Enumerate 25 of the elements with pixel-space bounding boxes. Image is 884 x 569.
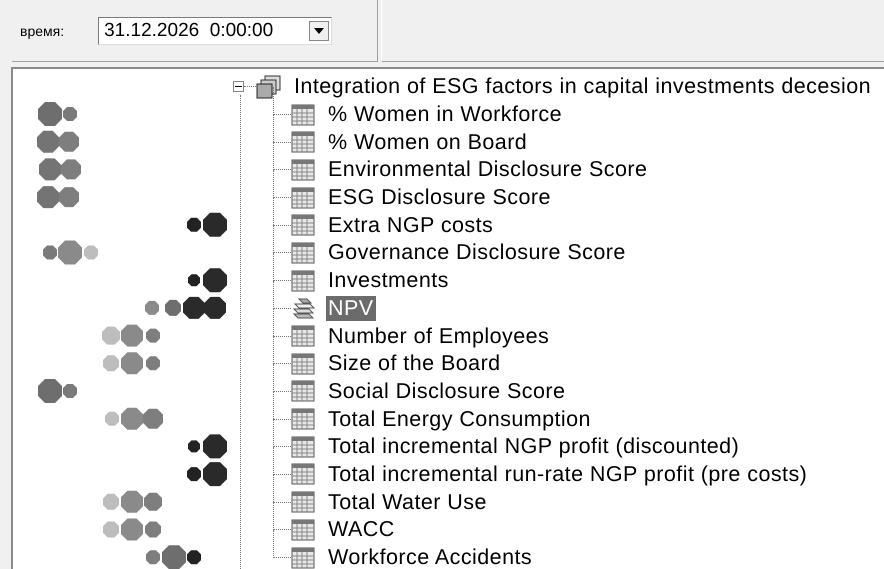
tree-item[interactable]: Total Water Use bbox=[326, 490, 489, 515]
datetime-field[interactable]: 31.12.2026 0:00:00 bbox=[98, 16, 332, 44]
tree-item[interactable]: Social Disclosure Score bbox=[326, 378, 568, 404]
tree-item[interactable]: Environmental Disclosure Score bbox=[326, 157, 650, 182]
stack-icon bbox=[291, 297, 315, 320]
collapse-toggle[interactable] bbox=[233, 81, 244, 92]
tree-item[interactable]: Total incremental run-rate NGP profit (pre costs) bbox=[326, 462, 810, 487]
caret-icon bbox=[314, 28, 324, 34]
tree-item[interactable]: Total incremental NGP profit (discounted) bbox=[326, 434, 742, 460]
tree-root-label[interactable]: Integration of ESG factors in capital investments decesion bbox=[294, 74, 872, 100]
tree-item[interactable]: Extra NGP costs bbox=[326, 212, 496, 238]
tree-item[interactable]: Governance Disclosure Score bbox=[326, 240, 628, 266]
time-label: время: bbox=[20, 22, 64, 38]
tree-item[interactable]: WACC bbox=[326, 517, 397, 542]
tree-item[interactable]: Size of the Board bbox=[326, 351, 503, 376]
tree-item[interactable]: Investments bbox=[326, 268, 451, 294]
tree-item[interactable]: ESG Disclosure Score bbox=[326, 185, 553, 210]
tree-item[interactable]: NPV bbox=[326, 296, 376, 321]
tree-item[interactable]: Workforce Accidents bbox=[326, 545, 534, 569]
tree-item[interactable]: % Women in Workforce bbox=[326, 102, 564, 128]
dropdown-button[interactable] bbox=[309, 20, 330, 40]
tree-item[interactable]: Total Energy Consumption bbox=[326, 406, 593, 432]
tree-item[interactable]: % Women on Board bbox=[326, 130, 530, 155]
windows-icon bbox=[256, 74, 282, 99]
tree-item[interactable]: Number of Employees bbox=[326, 324, 552, 349]
